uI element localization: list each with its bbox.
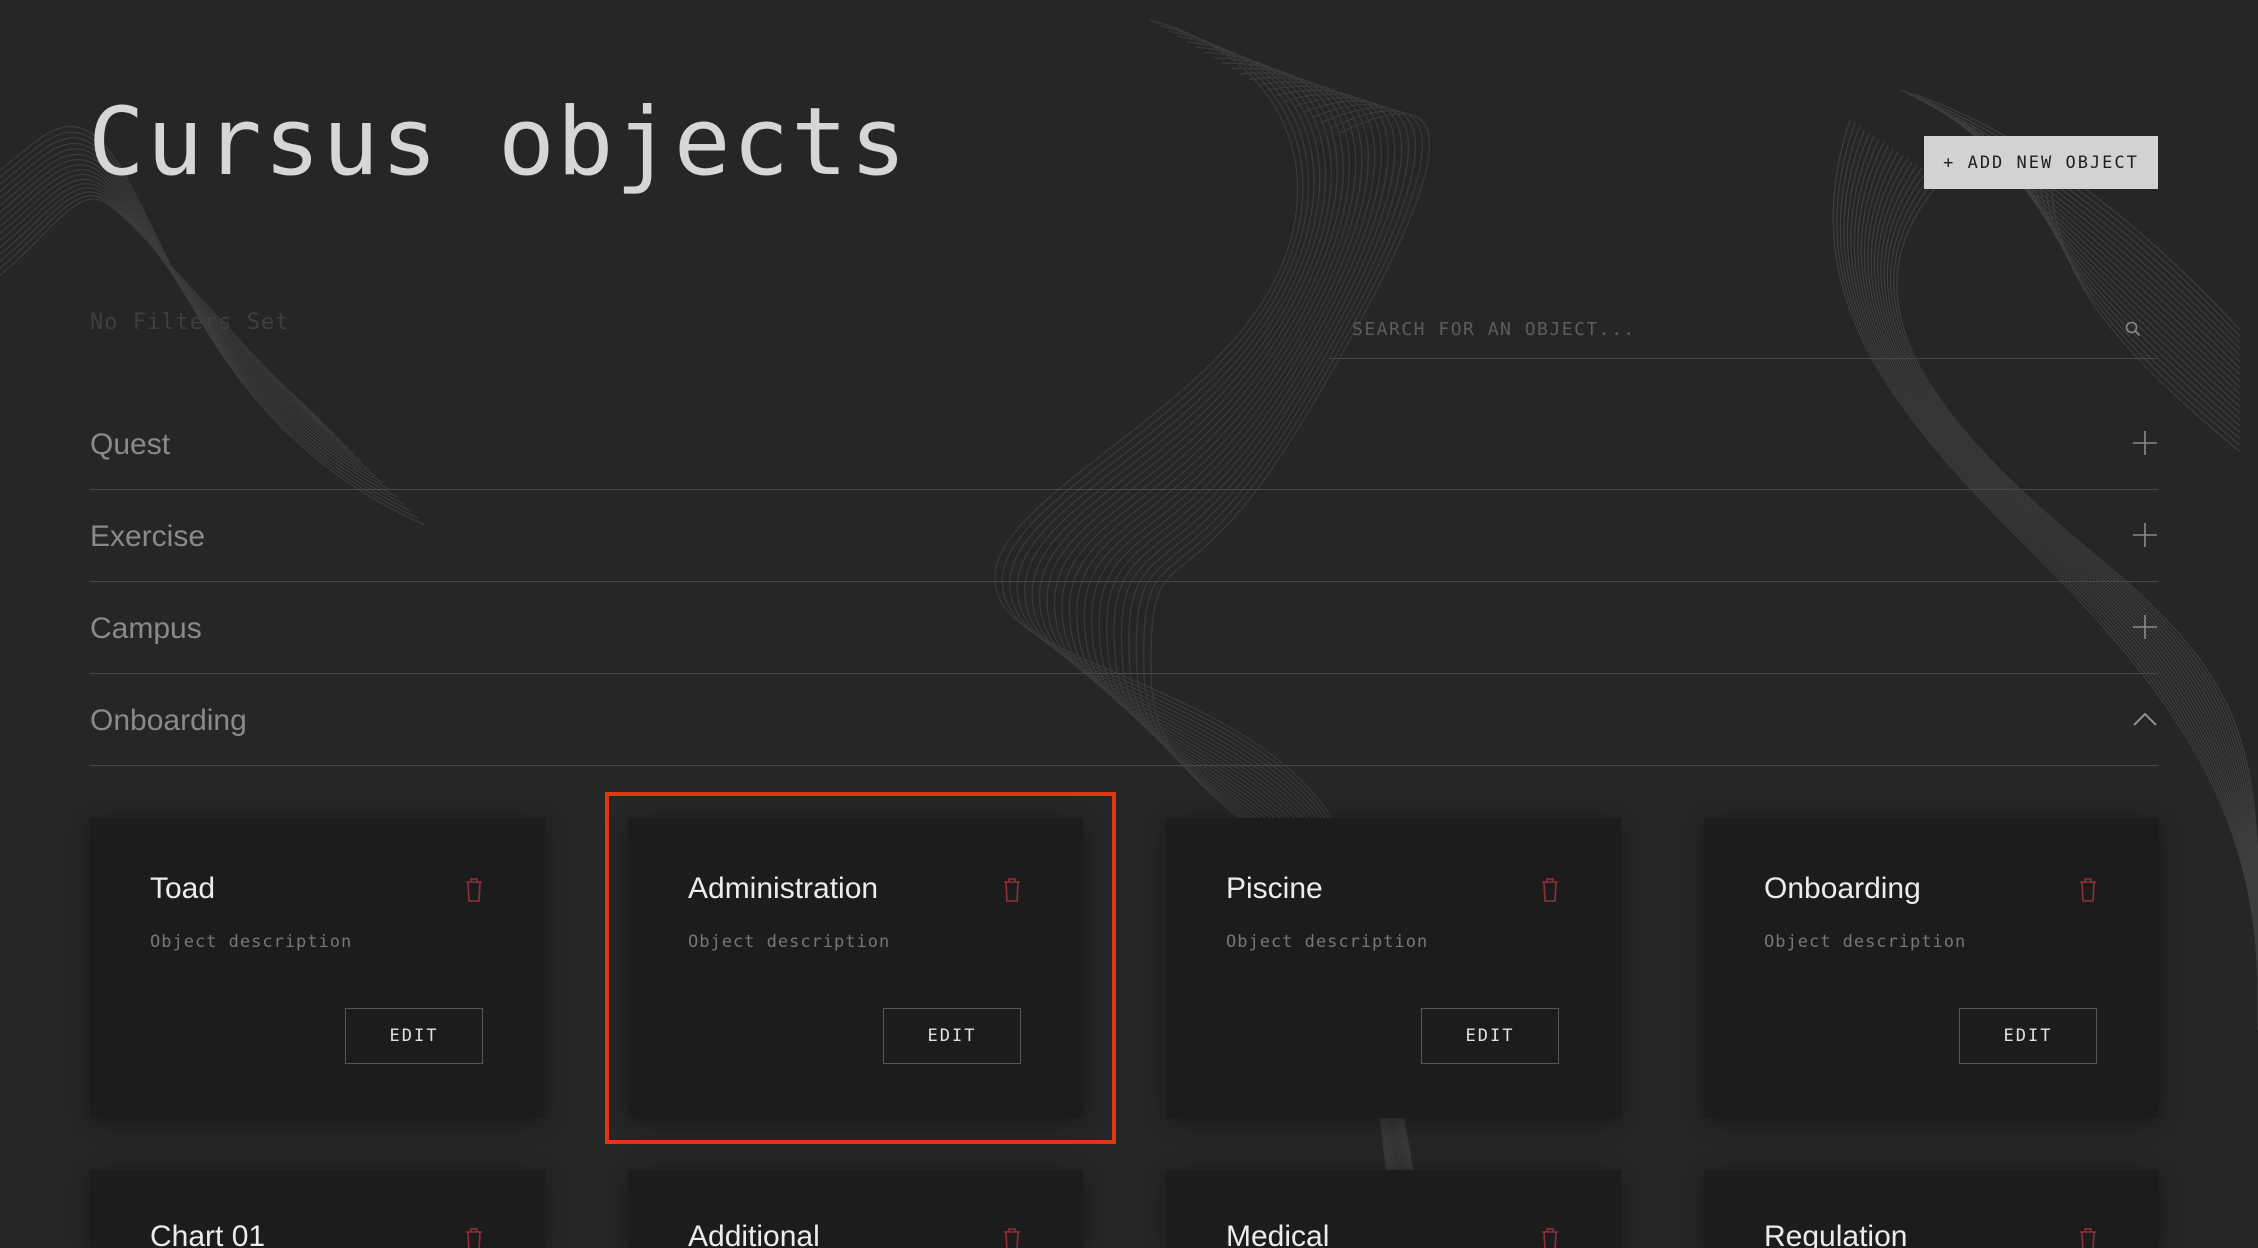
edit-button[interactable]: EDIT <box>883 1008 1021 1064</box>
add-new-object-button[interactable]: + ADD NEW OBJECT <box>1924 136 2158 189</box>
category-onboarding[interactable]: Onboarding <box>90 674 2158 766</box>
category-campus[interactable]: Campus <box>90 582 2158 674</box>
filters-status: No Filters Set <box>90 310 290 335</box>
card-title: Additional <box>688 1220 820 1248</box>
chevron-up-icon[interactable] <box>2132 706 2158 732</box>
page-title: Cursus objects <box>88 88 909 197</box>
object-card-onboarding: Onboarding Object description EDIT <box>1704 818 2159 1118</box>
card-title: Piscine <box>1226 872 1323 905</box>
search-bar <box>1330 312 2158 359</box>
category-label: Campus <box>90 612 202 645</box>
edit-button[interactable]: EDIT <box>345 1008 483 1064</box>
plus-icon[interactable] <box>2132 614 2158 640</box>
category-label: Quest <box>90 428 171 461</box>
edit-button[interactable]: EDIT <box>1959 1008 2097 1064</box>
category-label: Onboarding <box>90 704 247 737</box>
edit-button[interactable]: EDIT <box>1421 1008 1559 1064</box>
trash-icon[interactable] <box>2077 876 2099 904</box>
object-card-administration: Administration Object description EDIT <box>628 818 1083 1118</box>
card-title: Toad <box>150 872 216 905</box>
trash-icon[interactable] <box>463 876 485 904</box>
card-description: Object description <box>688 932 891 952</box>
category-quest[interactable]: Quest <box>90 398 2158 490</box>
card-title: Regulation <box>1764 1220 1908 1248</box>
card-description: Object description <box>1764 932 1967 952</box>
card-title: Medical <box>1226 1220 1330 1248</box>
plus-icon[interactable] <box>2132 430 2158 456</box>
object-card-toad: Toad Object description EDIT <box>90 818 545 1118</box>
trash-icon[interactable] <box>1539 876 1561 904</box>
search-input[interactable] <box>1330 312 2158 346</box>
card-description: Object description <box>150 932 353 952</box>
trash-icon[interactable] <box>1001 1226 1023 1248</box>
object-card-medical: Medical <box>1166 1170 1621 1248</box>
card-title: Onboarding <box>1764 872 1921 905</box>
plus-icon[interactable] <box>2132 522 2158 548</box>
object-card-chart-01: Chart 01 <box>90 1170 545 1248</box>
card-title: Administration <box>688 872 879 905</box>
category-exercise[interactable]: Exercise <box>90 490 2158 582</box>
object-card-piscine: Piscine Object description EDIT <box>1166 818 1621 1118</box>
trash-icon[interactable] <box>1539 1226 1561 1248</box>
search-icon[interactable] <box>2124 320 2142 338</box>
trash-icon[interactable] <box>463 1226 485 1248</box>
trash-icon[interactable] <box>1001 876 1023 904</box>
category-label: Exercise <box>90 520 206 553</box>
trash-icon[interactable] <box>2077 1226 2099 1248</box>
card-description: Object description <box>1226 932 1429 952</box>
object-card-regulation: Regulation <box>1704 1170 2159 1248</box>
object-card-additional: Additional <box>628 1170 1083 1248</box>
card-title: Chart 01 <box>150 1220 266 1248</box>
